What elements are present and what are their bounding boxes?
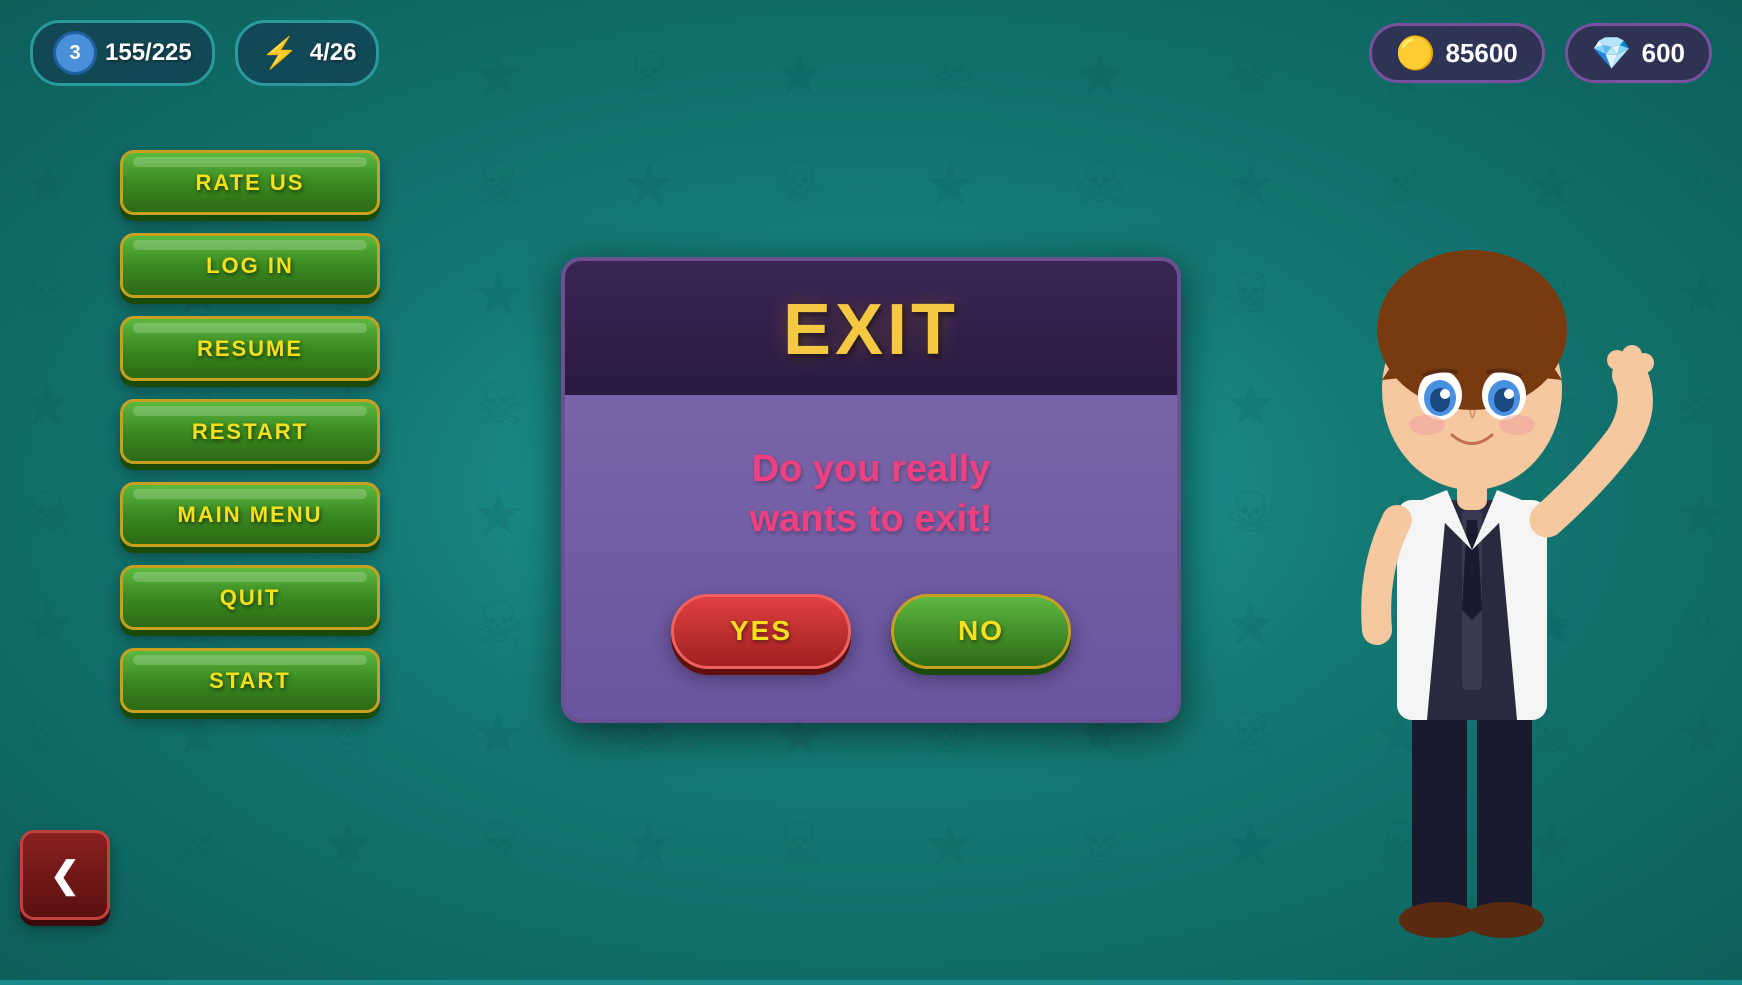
dialog-title: EXIT [605,289,1137,371]
no-button[interactable]: NO [891,594,1071,669]
exit-dialog: EXIT Do you reallywants to exit! YES NO [561,257,1181,723]
dialog-message: Do you reallywants to exit! [750,445,993,544]
dialog-buttons: YES NO [671,594,1071,669]
yes-button[interactable]: YES [671,594,851,669]
dialog-header: EXIT [565,261,1177,395]
dialog-body: Do you reallywants to exit! YES NO [565,395,1177,719]
anime-character [1282,180,1662,980]
